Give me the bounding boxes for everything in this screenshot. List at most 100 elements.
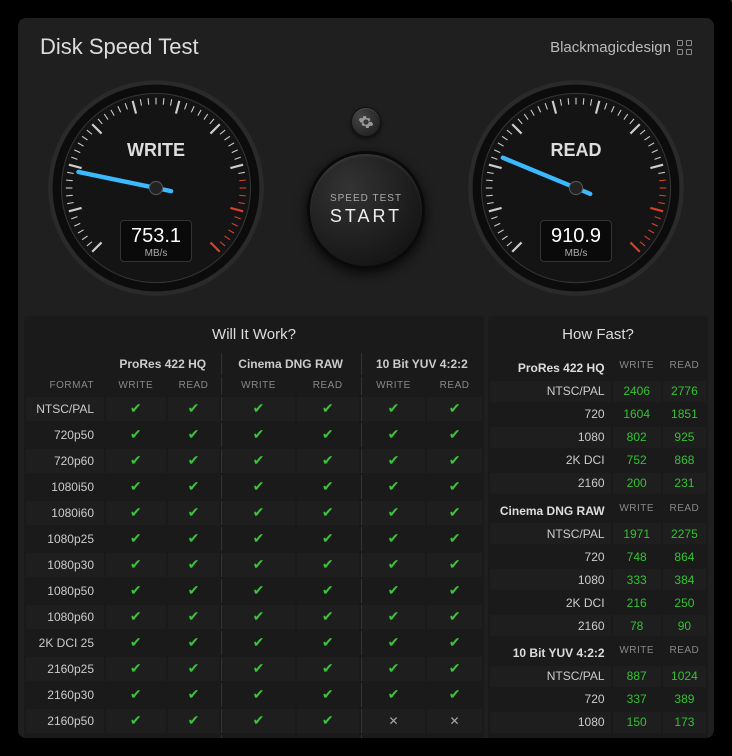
wiw-group-header: ProRes 422 HQ [106,353,219,375]
start-button[interactable]: SPEED TEST START [307,151,425,269]
wiw-subcol: READ [297,377,359,395]
hf-write-value: 802 [613,427,661,448]
check-icon: ✔ [253,426,265,442]
hf-row-label: 2K DCI [490,450,611,471]
hf-row-label: 1080 [490,427,611,448]
start-big-label: START [330,206,402,227]
check-icon: ✔ [322,400,334,416]
check-icon: ✔ [188,634,200,650]
app-title: Disk Speed Test [40,34,199,60]
table-row: 2160p25✔✔✔✔✔✔ [26,657,482,681]
read-gauge-label: READ [466,140,686,161]
table-row: 720p50✔✔✔✔✔✔ [26,423,482,447]
check-icon: ✔ [449,400,461,416]
wiw-row-label: 1080i60 [26,501,104,525]
hf-subcol: WRITE [613,353,661,379]
check-icon: ✔ [130,608,142,624]
table-row: NTSC/PAL24062776 [490,381,706,402]
hf-write-value: 333 [613,569,661,590]
wiw-row-label: 720p50 [26,423,104,447]
check-icon: ✔ [130,530,142,546]
check-icon: ✔ [253,504,265,520]
table-row: 2160p30✔✔✔✔✔✔ [26,683,482,707]
wiw-group-header: 10 Bit YUV 4:2:2 [361,353,482,375]
wiw-subcol: READ [427,377,482,395]
check-icon: ✔ [253,400,265,416]
check-icon: ✔ [253,530,265,546]
hf-row-label: 720 [490,404,611,425]
hf-read-value: 250 [663,592,706,613]
check-icon: ✔ [253,660,265,676]
hf-row-label: 1080 [490,712,611,733]
hf-write-value: 337 [613,689,661,710]
brand-logo: Blackmagicdesign [550,39,692,56]
check-icon: ✔ [449,504,461,520]
check-icon: ✔ [130,426,142,442]
hf-read-value: 90 [663,615,706,636]
check-icon: ✔ [388,400,400,416]
hf-subcol: WRITE [613,496,661,522]
wiw-row-label: 2160p25 [26,657,104,681]
check-icon: ✔ [188,608,200,624]
check-icon: ✔ [388,686,400,702]
hf-row-label: 720 [490,546,611,567]
how-fast-table: ProRes 422 HQWRITEREADNTSC/PAL2406277672… [488,351,708,738]
table-row: NTSC/PAL✔✔✔✔✔✔ [26,397,482,421]
how-fast-title: How Fast? [488,316,708,351]
check-icon: ✔ [388,452,400,468]
hf-row-label: NTSC/PAL [490,523,611,544]
check-icon: ✔ [388,660,400,676]
hf-read-value: 864 [663,546,706,567]
check-icon: ✔ [130,452,142,468]
will-it-work-title: Will It Work? [24,316,484,351]
check-icon: ✔ [188,712,200,728]
check-icon: ✔ [130,686,142,702]
hf-read-value: 1024 [663,666,706,687]
start-small-label: SPEED TEST [330,193,402,204]
hf-read-value: 173 [663,712,706,733]
check-icon: ✔ [388,608,400,624]
check-icon: ✔ [130,712,142,728]
check-icon: ✔ [253,634,265,650]
table-row: 2K DCI 25✔✔✔✔✔✔ [26,631,482,655]
hf-subcol: READ [663,353,706,379]
read-gauge: READ 910.9 MB/s [466,78,686,298]
check-icon: ✔ [449,686,461,702]
read-value: 910.9 [551,225,601,248]
hf-read-value: 1851 [663,404,706,425]
check-icon: ✔ [388,530,400,546]
wiw-row-label: 2160p60 [26,735,104,739]
hf-read-value: 925 [663,427,706,448]
check-icon: ✔ [449,556,461,572]
hf-read-value: 112 [663,735,706,739]
check-icon: ✔ [253,608,265,624]
hf-read-value: 231 [663,473,706,494]
wiw-group-header: Cinema DNG RAW [221,353,358,375]
hf-write-value: 748 [613,546,661,567]
table-row: 1080i50✔✔✔✔✔✔ [26,475,482,499]
wiw-subcol: READ [168,377,220,395]
settings-button[interactable] [351,107,381,137]
wiw-subcol: WRITE [106,377,166,395]
table-row: NTSC/PAL19712275 [490,523,706,544]
hf-row-label: 2160 [490,473,611,494]
hf-write-value: 97 [613,735,661,739]
check-icon: ✔ [449,426,461,442]
wiw-row-label: 720p60 [26,449,104,473]
hf-write-value: 150 [613,712,661,733]
check-icon: ✔ [322,426,334,442]
table-row: 1080p50✔✔✔✔✔✔ [26,579,482,603]
cross-icon: ✕ [450,714,460,728]
check-icon: ✔ [322,712,334,728]
table-row: 1080p60✔✔✔✔✔✔ [26,605,482,629]
cross-icon: ✕ [388,714,398,728]
table-row: 2160200231 [490,473,706,494]
table-row: 1080333384 [490,569,706,590]
table-row: 1080802925 [490,427,706,448]
check-icon: ✔ [322,634,334,650]
will-it-work-panel: Will It Work? ProRes 422 HQCinema DNG RA… [24,316,484,738]
table-row: 720337389 [490,689,706,710]
check-icon: ✔ [322,504,334,520]
hf-write-value: 216 [613,592,661,613]
hf-row-label: 1080 [490,569,611,590]
